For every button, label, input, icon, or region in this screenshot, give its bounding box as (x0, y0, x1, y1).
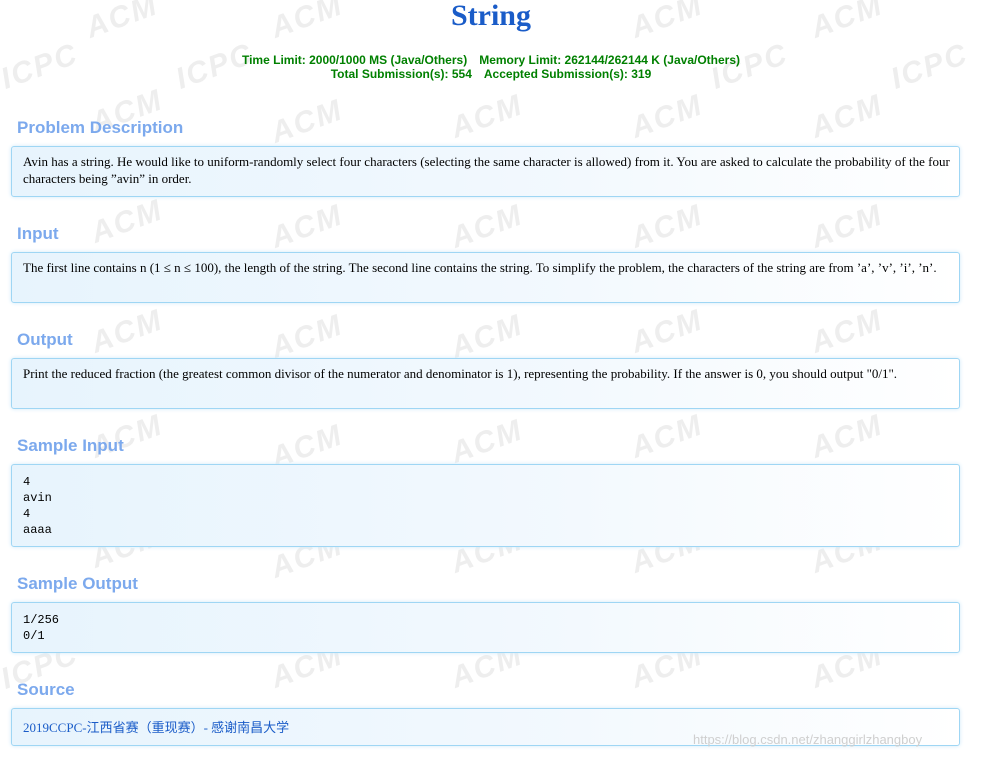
time-limit: Time Limit: 2000/1000 MS (Java/Others) (241, 53, 468, 67)
csdn-watermark: https://blog.csdn.net/zhanggirlzhangboy (693, 732, 923, 747)
watermark-acm: ACM (86, 303, 168, 360)
problem-title: String (450, 0, 531, 32)
watermark-acm: ACM (626, 408, 708, 465)
watermark-acm: ACM (626, 88, 708, 145)
problem-description-panel: Avin has a string. He would like to unif… (11, 146, 960, 197)
watermark-acm: ACM (806, 303, 888, 360)
source-link[interactable]: 2019CCPC-江西省赛（重现赛）- 感谢南昌大学 (23, 720, 289, 735)
accepted-submissions: Accepted Submission(s): 319 (483, 67, 652, 81)
limits-block: Time Limit: 2000/1000 MS (Java/Others) Me… (0, 53, 982, 81)
watermark-acm: ACM (446, 88, 528, 145)
watermark-acm: ACM (806, 408, 888, 465)
sample-output-heading: Sample Output (17, 574, 138, 593)
sample-output-panel[interactable]: 1/256 0/1 (11, 602, 960, 653)
sample-input-heading: Sample Input (17, 436, 124, 455)
input-heading: Input (17, 224, 59, 243)
watermark-acm: ACM (806, 198, 888, 255)
memory-limit: Memory Limit: 262144/262144 K (Java/Othe… (479, 53, 740, 67)
source-heading: Source (17, 680, 75, 699)
watermark-acm: ACM (86, 193, 168, 250)
input-panel: The first line contains n (1 ≤ n ≤ 100),… (11, 252, 960, 303)
output-heading: Output (17, 330, 73, 349)
watermark-acm: ACM (806, 88, 888, 145)
watermark-acm: ACM (446, 413, 528, 470)
total-submissions: Total Submission(s): 554 (330, 67, 472, 81)
sample-input-panel[interactable]: 4 avin 4 aaaa (11, 464, 960, 547)
output-panel: Print the reduced fraction (the greatest… (11, 358, 960, 409)
watermark-acm: ACM (626, 303, 708, 360)
watermark-acm: ACM (626, 198, 708, 255)
watermark-acm: ACM (266, 93, 348, 150)
watermark-acm: ACM (446, 198, 528, 255)
problem-description-heading: Problem Description (17, 118, 184, 137)
watermark-acm: ACM (266, 198, 348, 255)
